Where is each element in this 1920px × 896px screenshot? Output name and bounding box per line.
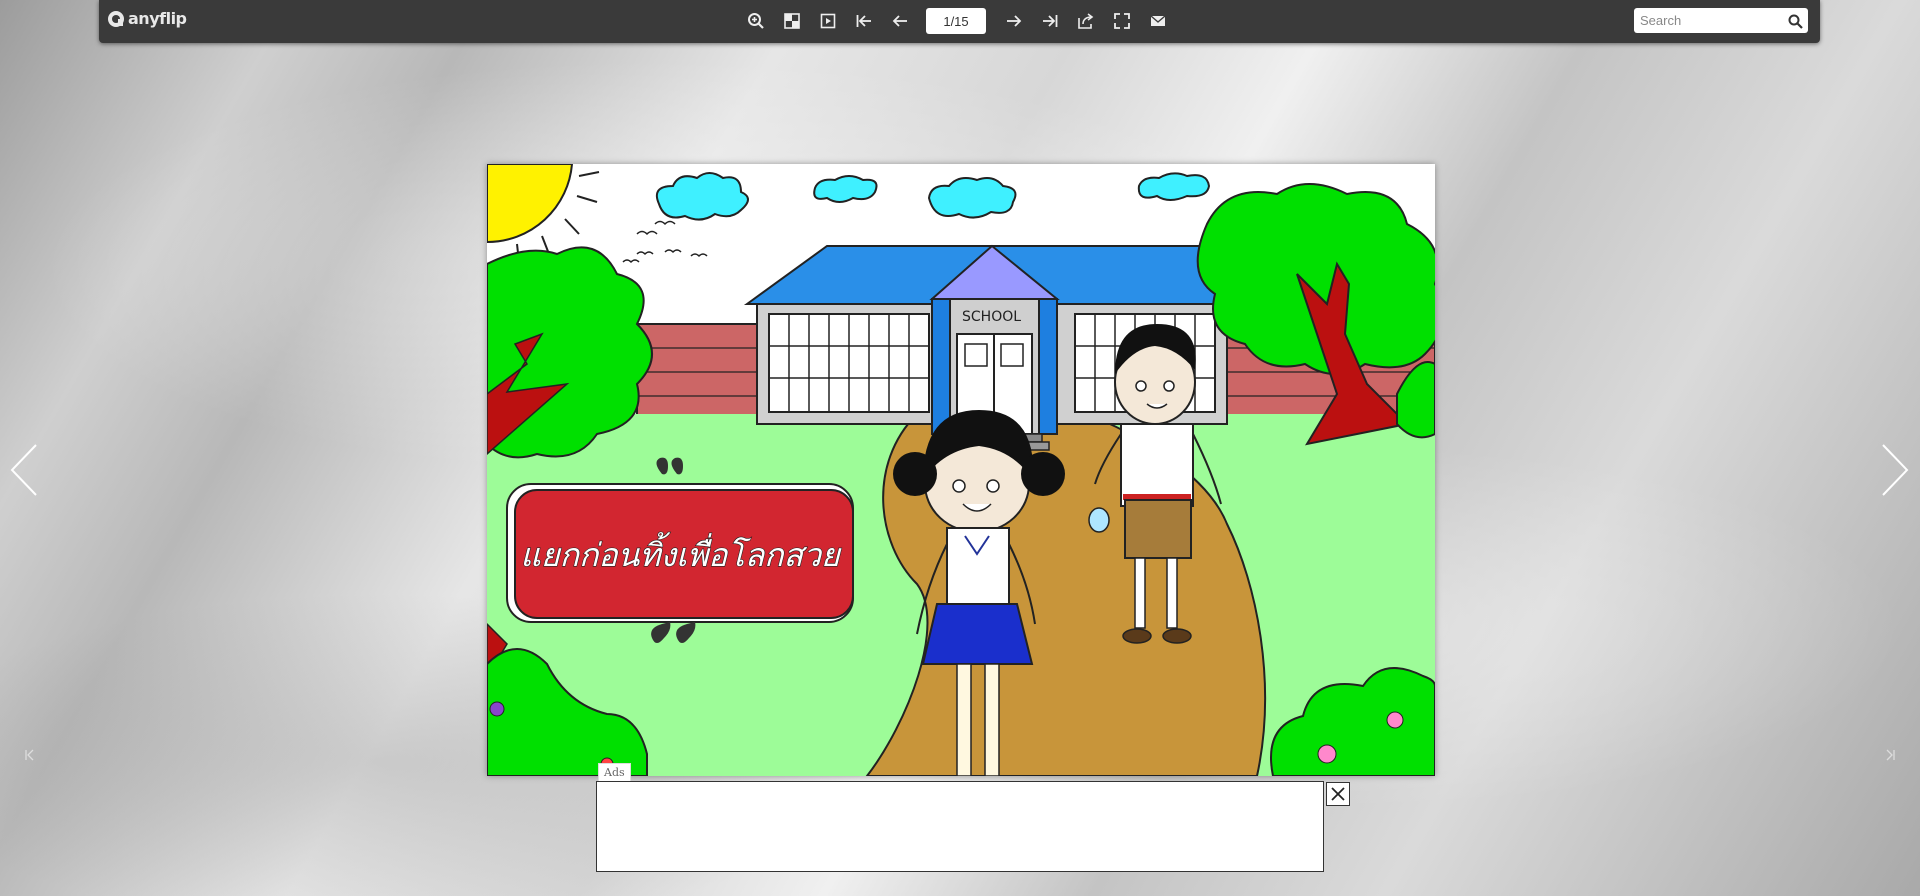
top-toolbar: anyflip 1/15 Search xyxy=(99,0,1820,43)
mail-icon xyxy=(1150,15,1166,26)
anyflip-logo-icon xyxy=(108,10,124,27)
anyflip-logo[interactable]: anyflip xyxy=(107,9,187,28)
share-icon xyxy=(1078,13,1094,29)
first-page-icon xyxy=(856,15,871,27)
single-page-icon xyxy=(820,13,836,29)
search-button[interactable] xyxy=(1785,11,1805,31)
title-speech-bubble: แยกก่อนทิ้งเพื่อโลกสวย xyxy=(506,457,854,643)
zoom-in-button[interactable] xyxy=(744,9,768,33)
first-page-button[interactable] xyxy=(852,9,876,33)
ad-banner[interactable] xyxy=(596,781,1324,872)
zoom-in-icon xyxy=(748,13,764,29)
first-page-small-icon xyxy=(25,749,34,761)
email-button[interactable] xyxy=(1146,9,1170,33)
page-title-text: แยกก่อนทิ้งเพื่อโลกสวย xyxy=(520,532,842,574)
arrow-right-icon xyxy=(1007,15,1022,27)
book-page[interactable]: SCHOOL แยกก่อนทิ้งเพื่อโลกสวย xyxy=(487,164,1435,776)
search-box xyxy=(1634,8,1808,33)
ads-label: Ads xyxy=(598,763,631,781)
first-page-small-button[interactable] xyxy=(22,747,38,763)
thumbnails-button[interactable] xyxy=(780,9,804,33)
grid-icon xyxy=(784,13,800,29)
close-icon xyxy=(1331,787,1345,801)
last-page-small-icon xyxy=(1886,749,1895,761)
logo-text: anyflip xyxy=(128,9,187,28)
next-page-button[interactable] xyxy=(1002,9,1026,33)
last-page-small-button[interactable] xyxy=(1882,747,1898,763)
fullscreen-icon xyxy=(1114,13,1130,29)
ad-close-button[interactable] xyxy=(1326,782,1350,806)
search-input[interactable] xyxy=(1634,8,1782,33)
school-sign-text: SCHOOL xyxy=(962,309,1021,325)
fullscreen-button[interactable] xyxy=(1110,9,1134,33)
page-illustration: SCHOOL แยกก่อนทิ้งเพื่อโลกสวย xyxy=(487,164,1435,776)
next-page-arrow[interactable] xyxy=(1879,443,1911,497)
search-icon xyxy=(1788,14,1803,29)
previous-page-arrow[interactable] xyxy=(8,443,40,497)
single-page-button[interactable] xyxy=(816,9,840,33)
previous-page-button[interactable] xyxy=(888,9,912,33)
share-button[interactable] xyxy=(1074,9,1098,33)
chevron-left-icon xyxy=(10,444,37,496)
chevron-right-icon xyxy=(1882,444,1909,496)
page-number-field[interactable]: 1/15 xyxy=(926,8,986,34)
arrow-left-icon xyxy=(892,15,907,27)
last-page-icon xyxy=(1043,15,1058,27)
last-page-button[interactable] xyxy=(1038,9,1062,33)
